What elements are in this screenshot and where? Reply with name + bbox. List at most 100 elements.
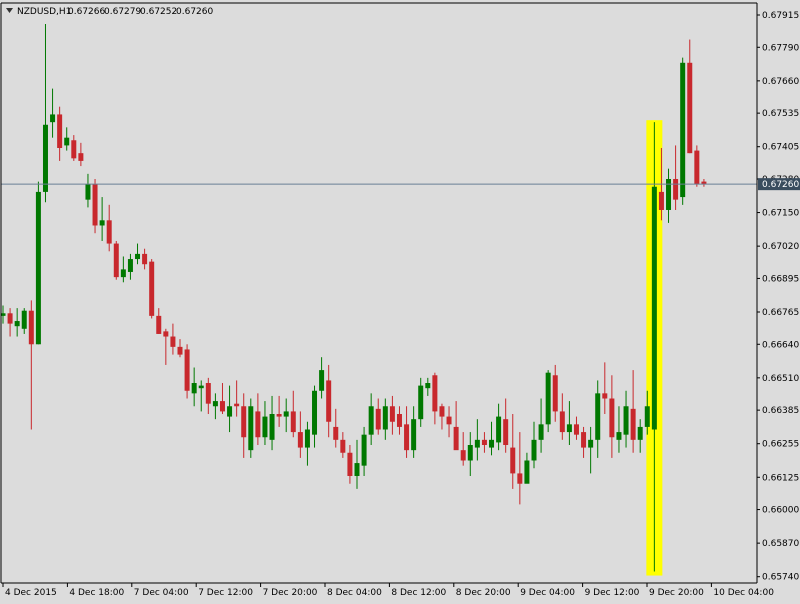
candle-body <box>163 331 169 337</box>
candle-body <box>658 191 664 210</box>
chart-background <box>0 0 800 600</box>
candle-body <box>552 375 558 412</box>
candle-body <box>609 398 615 438</box>
candle-body <box>142 253 148 265</box>
candlestick-chart: 0.67915 0.67790 0.67660 0.67535 0.67405 0.672… <box>0 0 800 600</box>
y-tick-label: 0.67020 <box>762 242 799 252</box>
chart-svg: 0.67915 0.67790 0.67660 0.67535 0.67405 0.672… <box>0 0 800 600</box>
y-tick-label: 0.67915 <box>762 11 799 21</box>
y-tick-label: 0.66385 <box>762 406 799 416</box>
y-tick-label: 0.66895 <box>762 274 799 284</box>
candle-body <box>262 416 268 438</box>
candle-body <box>290 411 296 433</box>
candle-body <box>545 372 551 425</box>
candle-body <box>92 184 98 226</box>
candle-body <box>616 432 622 440</box>
candle-16 <box>113 240 119 280</box>
candle-body <box>71 140 77 159</box>
candle-body <box>382 406 388 430</box>
y-tick-label: 0.66765 <box>762 308 799 318</box>
candle-body <box>170 336 176 347</box>
candle-body <box>28 310 34 345</box>
candle-77 <box>545 370 551 433</box>
candle-96 <box>680 57 686 205</box>
candle-body <box>517 473 523 484</box>
candle-body <box>496 416 502 443</box>
candle-body <box>687 62 693 154</box>
candle-body <box>42 124 48 192</box>
candle-body <box>524 460 530 484</box>
candle-body <box>489 439 495 448</box>
y-tick-label: 0.67405 <box>762 143 799 153</box>
candle-body <box>234 403 240 407</box>
candle-body <box>120 269 126 278</box>
candle-body <box>78 153 84 161</box>
candle-5 <box>35 181 41 345</box>
candle-body <box>276 414 282 417</box>
candle-body <box>418 385 424 420</box>
candle-body <box>411 419 417 451</box>
x-tick-label: 7 Dec 20:00 <box>263 588 318 598</box>
candle-body <box>446 416 452 425</box>
candle-body <box>460 450 466 461</box>
candle-body <box>106 220 112 244</box>
candle-body <box>227 406 233 417</box>
y-tick-label: 0.67150 <box>762 209 799 219</box>
candle-body <box>510 447 516 474</box>
candle-body <box>64 137 70 146</box>
candle-body <box>198 385 204 389</box>
x-tick-label: 8 Dec 20:00 <box>456 588 511 598</box>
candle-body <box>623 406 629 435</box>
candle-body <box>127 259 133 272</box>
x-tick-label: 9 Dec 04:00 <box>520 588 575 598</box>
header-value-close: 0.67260 <box>176 7 213 17</box>
candle-body <box>581 432 587 448</box>
candle-body <box>481 439 487 445</box>
candle-body <box>375 408 381 430</box>
candle-body <box>673 178 679 200</box>
candle-body <box>85 184 91 200</box>
candle-body <box>602 393 608 399</box>
candle-body <box>255 411 261 438</box>
candle-body <box>396 414 402 427</box>
candle-body <box>666 178 672 210</box>
x-tick-label: 4 Dec 2015 <box>5 588 57 598</box>
x-tick-label: 7 Dec 12:00 <box>198 588 253 598</box>
candle-body <box>368 406 374 435</box>
candle-body <box>559 411 565 433</box>
y-tick-label: 0.67535 <box>762 109 799 119</box>
candle-body <box>354 463 360 476</box>
candle-body <box>184 349 190 391</box>
candle-body <box>425 383 431 389</box>
candle-body <box>467 444 473 461</box>
candle-98 <box>694 145 700 187</box>
candle-body <box>304 429 310 448</box>
candle-body <box>694 150 700 185</box>
x-tick-label: 9 Dec 12:00 <box>585 588 640 598</box>
x-tick-label: 7 Dec 04:00 <box>134 588 189 598</box>
y-tick-label: 0.67660 <box>762 77 799 87</box>
candle-body <box>205 383 211 404</box>
candle-body <box>312 390 318 435</box>
candle-body <box>432 375 438 412</box>
candle-35 <box>248 398 254 458</box>
candle-body <box>14 321 20 327</box>
candle-body <box>156 315 162 334</box>
candle-body <box>297 432 303 448</box>
y-tick-label: 0.65740 <box>762 573 799 583</box>
candle-body <box>50 114 56 123</box>
candle-body <box>538 424 544 440</box>
header-value-open: 0.67266 <box>68 7 105 17</box>
candle-body <box>21 310 27 329</box>
header-value-low: 0.67252 <box>140 7 177 17</box>
y-tick-label: 0.66125 <box>762 473 799 483</box>
x-tick-label: 10 Dec 04:00 <box>713 588 774 598</box>
candle-body <box>219 401 225 412</box>
x-tick-label: 4 Dec 18:00 <box>69 588 124 598</box>
candle-body <box>651 186 657 430</box>
candle-body <box>595 393 601 440</box>
candle-body <box>531 439 537 461</box>
candle-body <box>177 346 183 355</box>
candle-body <box>474 439 480 448</box>
candle-21 <box>149 259 155 319</box>
